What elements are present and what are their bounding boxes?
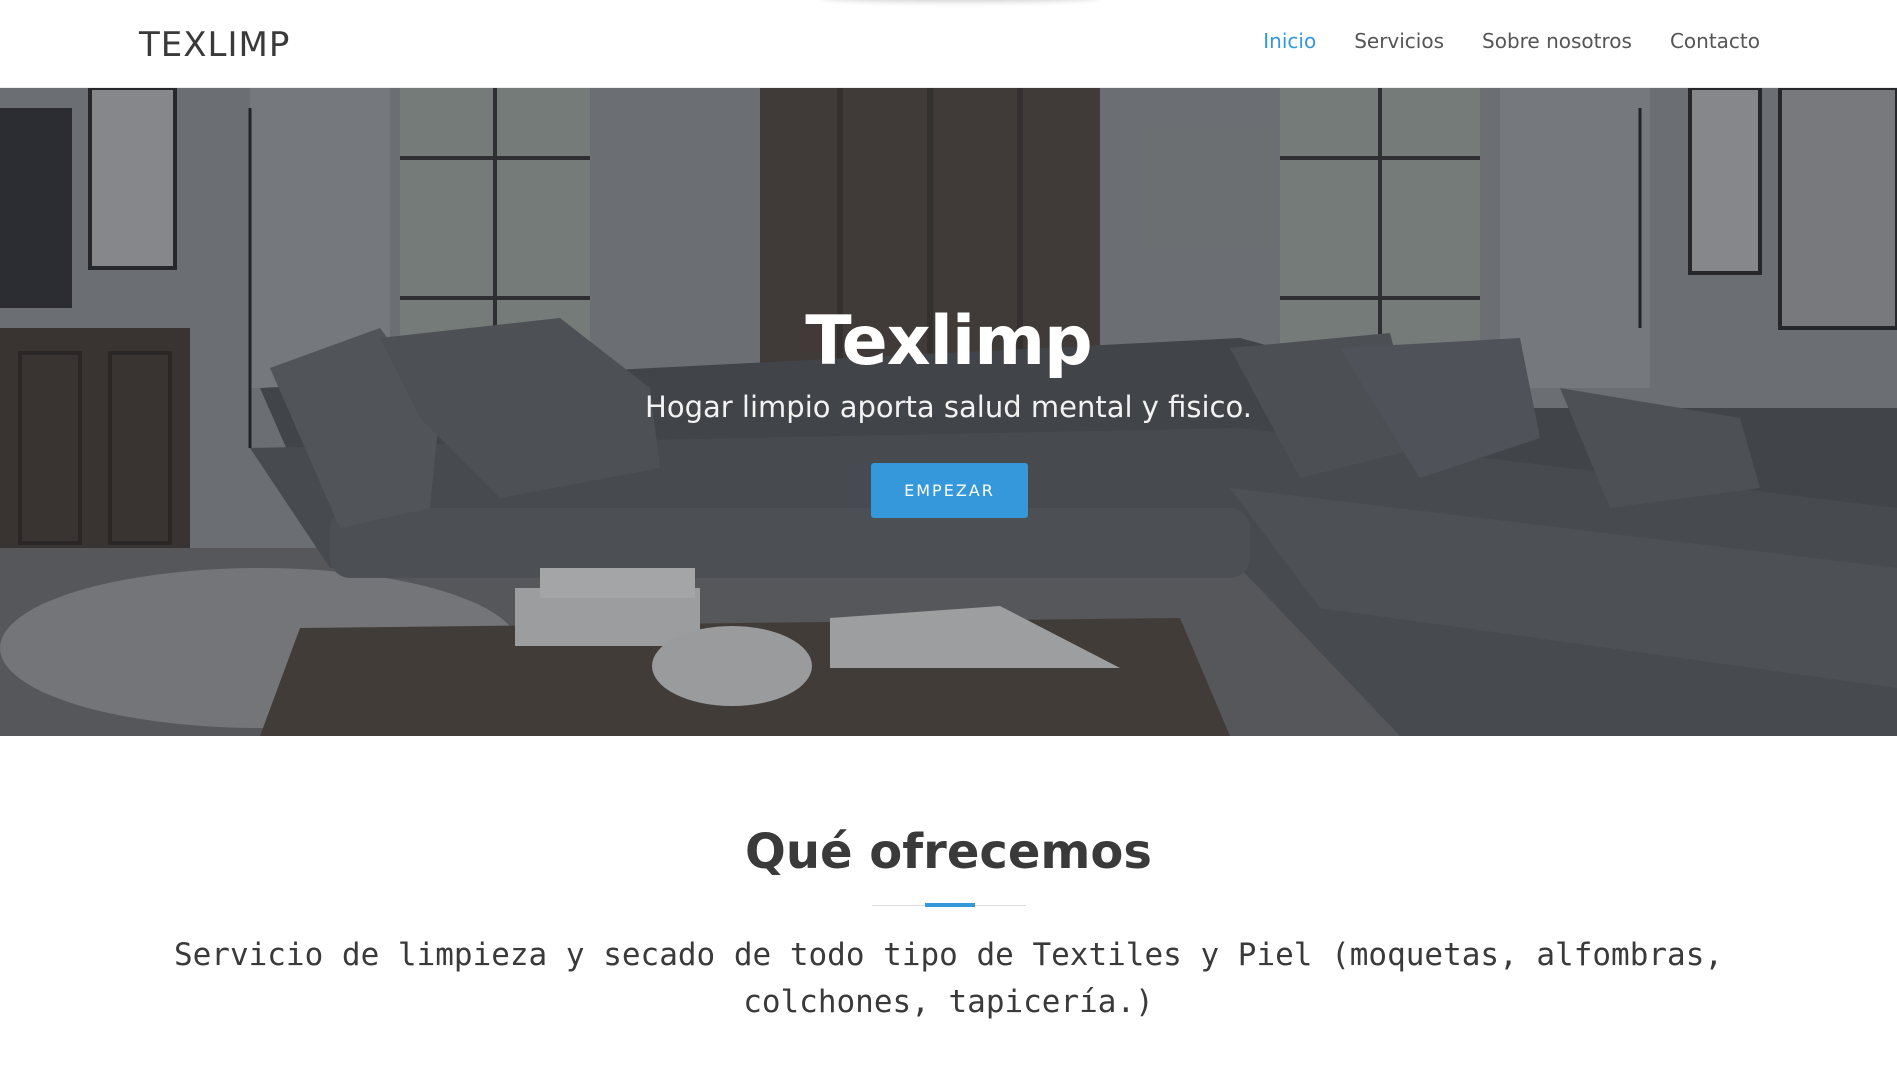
offer-description: Servicio de limpieza y secado de todo ti…	[173, 937, 1724, 1020]
site-header: TEXLIMP Inicio Servicios Sobre nosotros …	[0, 0, 1897, 88]
hero-subtitle: Hogar limpio aporta salud mental y fisic…	[645, 390, 1252, 424]
site-logo[interactable]: TEXLIMP	[139, 25, 290, 65]
main-nav: Inicio Servicios Sobre nosotros Contacto	[1263, 29, 1760, 53]
nav-item-sobre-nosotros[interactable]: Sobre nosotros	[1482, 29, 1632, 53]
hero-content: Texlimp Hogar limpio aporta salud mental…	[0, 88, 1897, 736]
section-title: Qué ofrecemos	[745, 824, 1152, 880]
nav-item-servicios[interactable]: Servicios	[1354, 29, 1444, 53]
hero-section: Texlimp Hogar limpio aporta salud mental…	[0, 88, 1897, 736]
nav-item-contacto[interactable]: Contacto	[1670, 29, 1760, 53]
title-divider-accent	[925, 903, 975, 907]
hero-title: Texlimp	[805, 302, 1092, 381]
nav-item-inicio[interactable]: Inicio	[1263, 29, 1316, 53]
start-button[interactable]: EMPEZAR	[871, 463, 1028, 518]
